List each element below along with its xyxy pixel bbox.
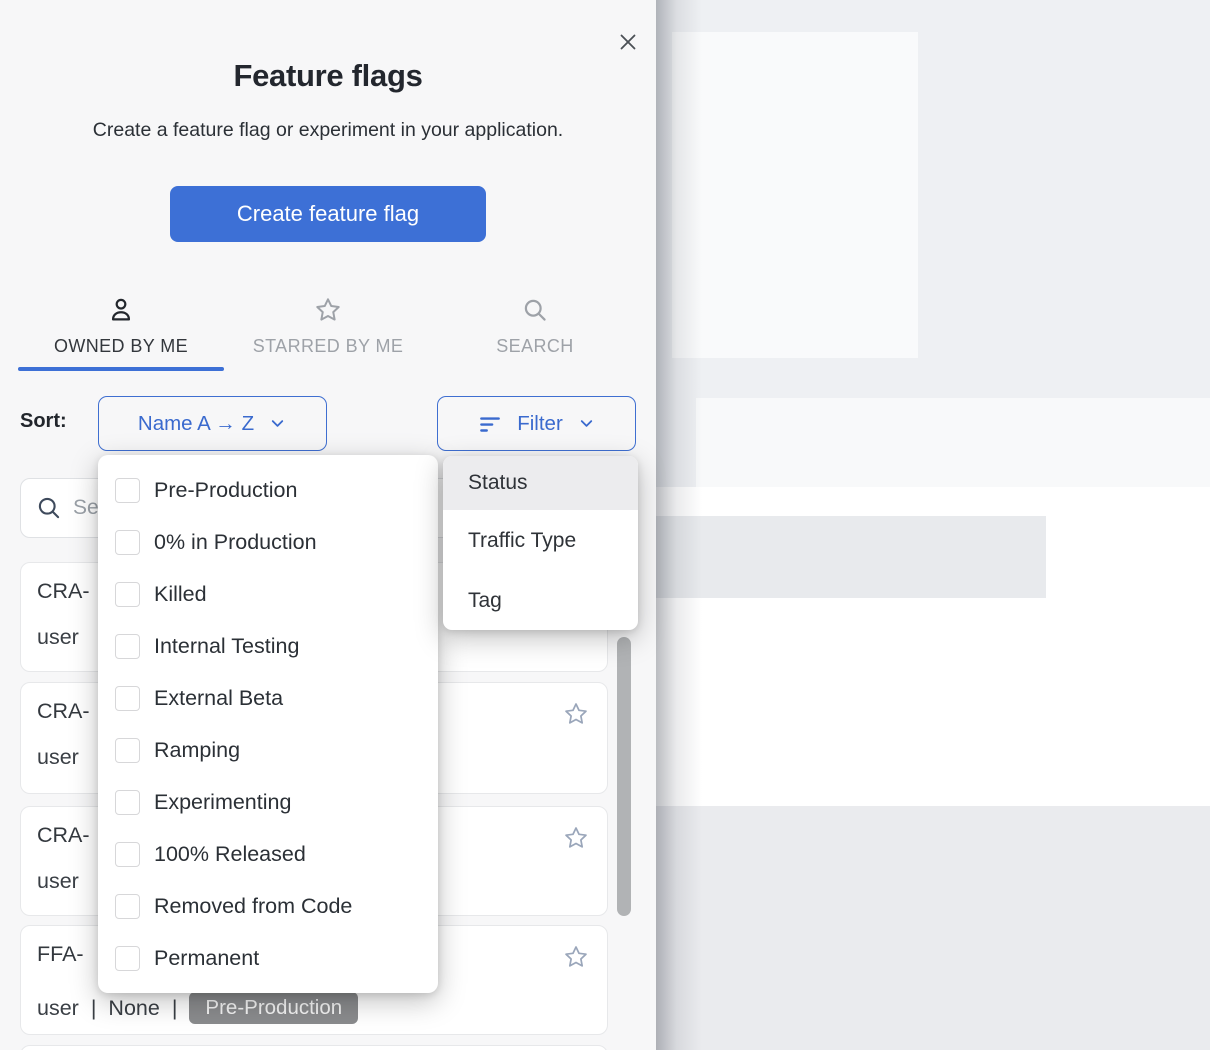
menu-option-ramping[interactable]: Ramping [98, 724, 438, 776]
filter-label: Filter [517, 412, 563, 436]
person-icon [107, 296, 135, 324]
feature-flags-drawer: Feature flags Create a feature flag or e… [0, 0, 656, 1050]
status-badge: Pre-Production [189, 992, 358, 1024]
list-item-partial[interactable] [20, 1045, 608, 1050]
skeleton-gray-bar [656, 516, 1046, 598]
menu-option-100-released[interactable]: 100% Released [98, 828, 438, 880]
close-icon [615, 29, 641, 55]
chevron-down-icon [577, 414, 596, 433]
checkbox[interactable] [115, 634, 140, 659]
search-icon [35, 494, 63, 522]
flag-owner: user [37, 745, 79, 770]
checkbox[interactable] [115, 738, 140, 763]
star-icon [314, 296, 342, 324]
traffic-type: None [108, 996, 159, 1021]
drawer-edge-shadow [656, 0, 702, 1050]
menu-option-internal-testing[interactable]: Internal Testing [98, 620, 438, 672]
star-button[interactable] [563, 825, 589, 851]
app-root: Feature flags Create a feature flag or e… [0, 0, 1210, 1050]
page-subtitle: Create a feature flag or experiment in y… [0, 119, 656, 142]
checkbox[interactable] [115, 946, 140, 971]
flag-name: FFA- [37, 942, 84, 967]
menu-option-permanent[interactable]: Permanent [98, 932, 438, 984]
checkbox[interactable] [115, 478, 140, 503]
option-label: 100% Released [154, 842, 306, 867]
skeleton-band-light [696, 398, 1210, 487]
option-label: Internal Testing [154, 634, 299, 659]
filter-type-menu: Status Traffic Type Tag [443, 456, 638, 630]
flag-owner: user [37, 996, 79, 1021]
checkbox[interactable] [115, 842, 140, 867]
separator: | [91, 996, 97, 1021]
search-icon [521, 296, 549, 324]
option-label: Pre-Production [154, 478, 297, 503]
scrollbar-thumb[interactable] [617, 637, 631, 916]
menu-option-external-beta[interactable]: External Beta [98, 672, 438, 724]
option-label: Removed from Code [154, 894, 352, 919]
option-label: Ramping [154, 738, 240, 763]
tab-search[interactable]: SEARCH [440, 296, 630, 374]
option-label: Experimenting [154, 790, 291, 815]
menu-option-pre-production[interactable]: Pre-Production [98, 464, 438, 516]
menu-option-removed-from-code[interactable]: Removed from Code [98, 880, 438, 932]
checkbox[interactable] [115, 790, 140, 815]
option-label: Permanent [154, 946, 259, 971]
flag-owner: user [37, 869, 79, 894]
option-label: External Beta [154, 686, 283, 711]
separator: | [172, 996, 178, 1021]
menu-item-tag[interactable]: Tag [443, 572, 638, 630]
background-page [656, 0, 1210, 1050]
flag-name: CRA- [37, 579, 90, 604]
page-title: Feature flags [0, 58, 656, 94]
checkbox[interactable] [115, 894, 140, 919]
flag-name: CRA- [37, 823, 90, 848]
status-filter-menu: Pre-Production 0% in Production Killed I… [98, 455, 438, 993]
flag-name: CRA- [37, 699, 90, 724]
sort-value: Name A → Z [138, 412, 254, 436]
sort-dropdown-button[interactable]: Name A → Z [98, 396, 327, 451]
tab-owned-by-me[interactable]: OWNED BY ME [18, 296, 224, 374]
tab-label: STARRED BY ME [253, 336, 404, 357]
tab-label: OWNED BY ME [54, 336, 188, 357]
option-label: Killed [154, 582, 207, 607]
menu-option-0-in-production[interactable]: 0% in Production [98, 516, 438, 568]
menu-item-traffic-type[interactable]: Traffic Type [443, 510, 638, 572]
menu-option-killed[interactable]: Killed [98, 568, 438, 620]
flag-owner: user [37, 625, 79, 650]
star-button[interactable] [563, 701, 589, 727]
star-button[interactable] [563, 944, 589, 970]
option-label: 0% in Production [154, 530, 317, 555]
menu-item-status[interactable]: Status [443, 456, 638, 510]
skeleton-bottom-block [656, 806, 1210, 1050]
create-feature-flag-button[interactable]: Create feature flag [170, 186, 486, 242]
checkbox[interactable] [115, 686, 140, 711]
menu-option-experimenting[interactable]: Experimenting [98, 776, 438, 828]
filter-icon [477, 411, 503, 437]
active-tab-underline [18, 367, 224, 371]
filter-dropdown-button[interactable]: Filter [437, 396, 636, 451]
sort-label: Sort: [20, 410, 67, 433]
checkbox[interactable] [115, 582, 140, 607]
skeleton-block-top [672, 32, 918, 358]
checkbox[interactable] [115, 530, 140, 555]
tab-starred-by-me[interactable]: STARRED BY ME [230, 296, 426, 374]
chevron-down-icon [268, 414, 287, 433]
tab-label: SEARCH [496, 336, 573, 357]
